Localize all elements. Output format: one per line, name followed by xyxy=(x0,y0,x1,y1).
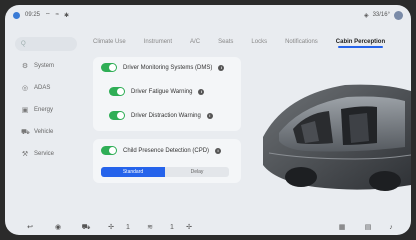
cpd-mode-standard[interactable]: Standard xyxy=(101,167,165,177)
sidebar-item-system[interactable]: ⚙ System xyxy=(15,59,77,73)
sidebar-item-label: System xyxy=(34,63,55,69)
car-assist-icon: ◎ xyxy=(21,85,29,92)
location-icon: ◈ xyxy=(363,12,369,19)
dock-bar: ↩ ◉ ⛟ ✢ 1 ≋ 1 ✢ ▦ ▤ ♪ xyxy=(5,219,411,235)
distraction-label: Driver Distraction Warning xyxy=(131,112,201,119)
distraction-row: Driver Distraction Warning i xyxy=(109,111,213,120)
bluetooth-icon: ✱ xyxy=(63,12,69,19)
car-icon[interactable]: ⛟ xyxy=(71,223,101,232)
tab-seats[interactable]: Seats xyxy=(218,39,233,45)
apps-icon[interactable]: ▤ xyxy=(355,223,381,231)
navigation-icon[interactable]: ◉ xyxy=(45,223,71,231)
search-input[interactable]: Q xyxy=(15,37,77,51)
clock: 09:25 xyxy=(25,12,41,18)
climate-icon[interactable]: ≋ xyxy=(135,223,165,231)
sidebar-item-label: Service xyxy=(34,151,55,157)
fatigue-label: Driver Fatigue Warning xyxy=(131,88,193,95)
info-icon[interactable]: i xyxy=(215,147,222,154)
temp-left[interactable]: 1 xyxy=(121,224,135,231)
volume-icon[interactable]: ♪ xyxy=(381,224,401,231)
sidebar: Q ⚙ System ◎ ADAS ▣ Energy ⛟ Vehicle ⚒ S… xyxy=(15,37,77,161)
back-icon[interactable]: ↩ xyxy=(15,223,45,231)
service-icon: ⚒ xyxy=(21,151,29,158)
signal-icon: ⌔ xyxy=(45,13,51,19)
vehicle-icon: ⛟ xyxy=(21,128,30,136)
cpd-mode-delay[interactable]: Delay xyxy=(165,167,229,177)
sidebar-item-label: Energy xyxy=(34,107,54,113)
cpd-toggle[interactable] xyxy=(101,146,117,155)
dms-row: Driver Monitoring Systems (DMS) i xyxy=(101,63,225,72)
sidebar-item-label: ADAS xyxy=(34,85,51,91)
info-icon[interactable]: i xyxy=(218,64,225,71)
info-icon[interactable]: i xyxy=(206,112,213,119)
sidebar-item-energy[interactable]: ▣ Energy xyxy=(15,103,77,117)
wifi-icon: ≈ xyxy=(55,12,59,18)
info-icon[interactable]: i xyxy=(198,88,205,95)
status-bar: 09:25 ⌔ ≈ ✱ ◈ 33/16° xyxy=(5,5,411,25)
sidebar-item-label: Vehicle xyxy=(34,129,54,135)
fan-icon[interactable]: ✢ xyxy=(101,223,121,231)
tab-ac[interactable]: A/C xyxy=(190,39,200,45)
status-right-text: 33/16° xyxy=(372,12,390,18)
search-placeholder: Q xyxy=(21,41,26,47)
sidebar-item-vehicle[interactable]: ⛟ Vehicle xyxy=(15,125,77,139)
avatar[interactable] xyxy=(394,10,403,20)
energy-icon: ▣ xyxy=(21,107,29,114)
tab-bar: Climate Use Instrument A/C Seats Locks N… xyxy=(93,35,409,49)
dms-label: Driver Monitoring Systems (DMS) xyxy=(123,64,213,71)
temp-right[interactable]: 1 xyxy=(165,224,179,231)
tab-instrument[interactable]: Instrument xyxy=(144,39,172,45)
distraction-toggle[interactable] xyxy=(109,111,125,120)
sidebar-item-service[interactable]: ⚒ Service xyxy=(15,147,77,161)
profile-dot-icon[interactable] xyxy=(13,11,20,19)
tab-locks[interactable]: Locks xyxy=(251,39,267,45)
cpd-label: Child Presence Detection (CPD) xyxy=(123,147,210,154)
defrost-icon[interactable]: ✢ xyxy=(179,223,199,231)
car-cabin-illustration xyxy=(263,84,411,191)
sidebar-item-adas[interactable]: ◎ ADAS xyxy=(15,81,77,95)
fatigue-toggle[interactable] xyxy=(109,87,125,96)
gear-icon: ⚙ xyxy=(21,63,29,70)
dms-toggle[interactable] xyxy=(101,63,117,72)
cpd-mode-selector: Standard Delay xyxy=(101,167,229,177)
tab-climate-use[interactable]: Climate Use xyxy=(93,39,126,45)
screen: 09:25 ⌔ ≈ ✱ ◈ 33/16° Q ⚙ System ◎ ADAS ▣… xyxy=(5,5,411,235)
tab-notifications[interactable]: Notifications xyxy=(285,39,318,45)
cpd-row: Child Presence Detection (CPD) i xyxy=(101,146,222,155)
tab-cabin-perception[interactable]: Cabin Perception xyxy=(336,39,385,48)
media-icon[interactable]: ▦ xyxy=(329,223,355,231)
fatigue-row: Driver Fatigue Warning i xyxy=(109,87,205,96)
